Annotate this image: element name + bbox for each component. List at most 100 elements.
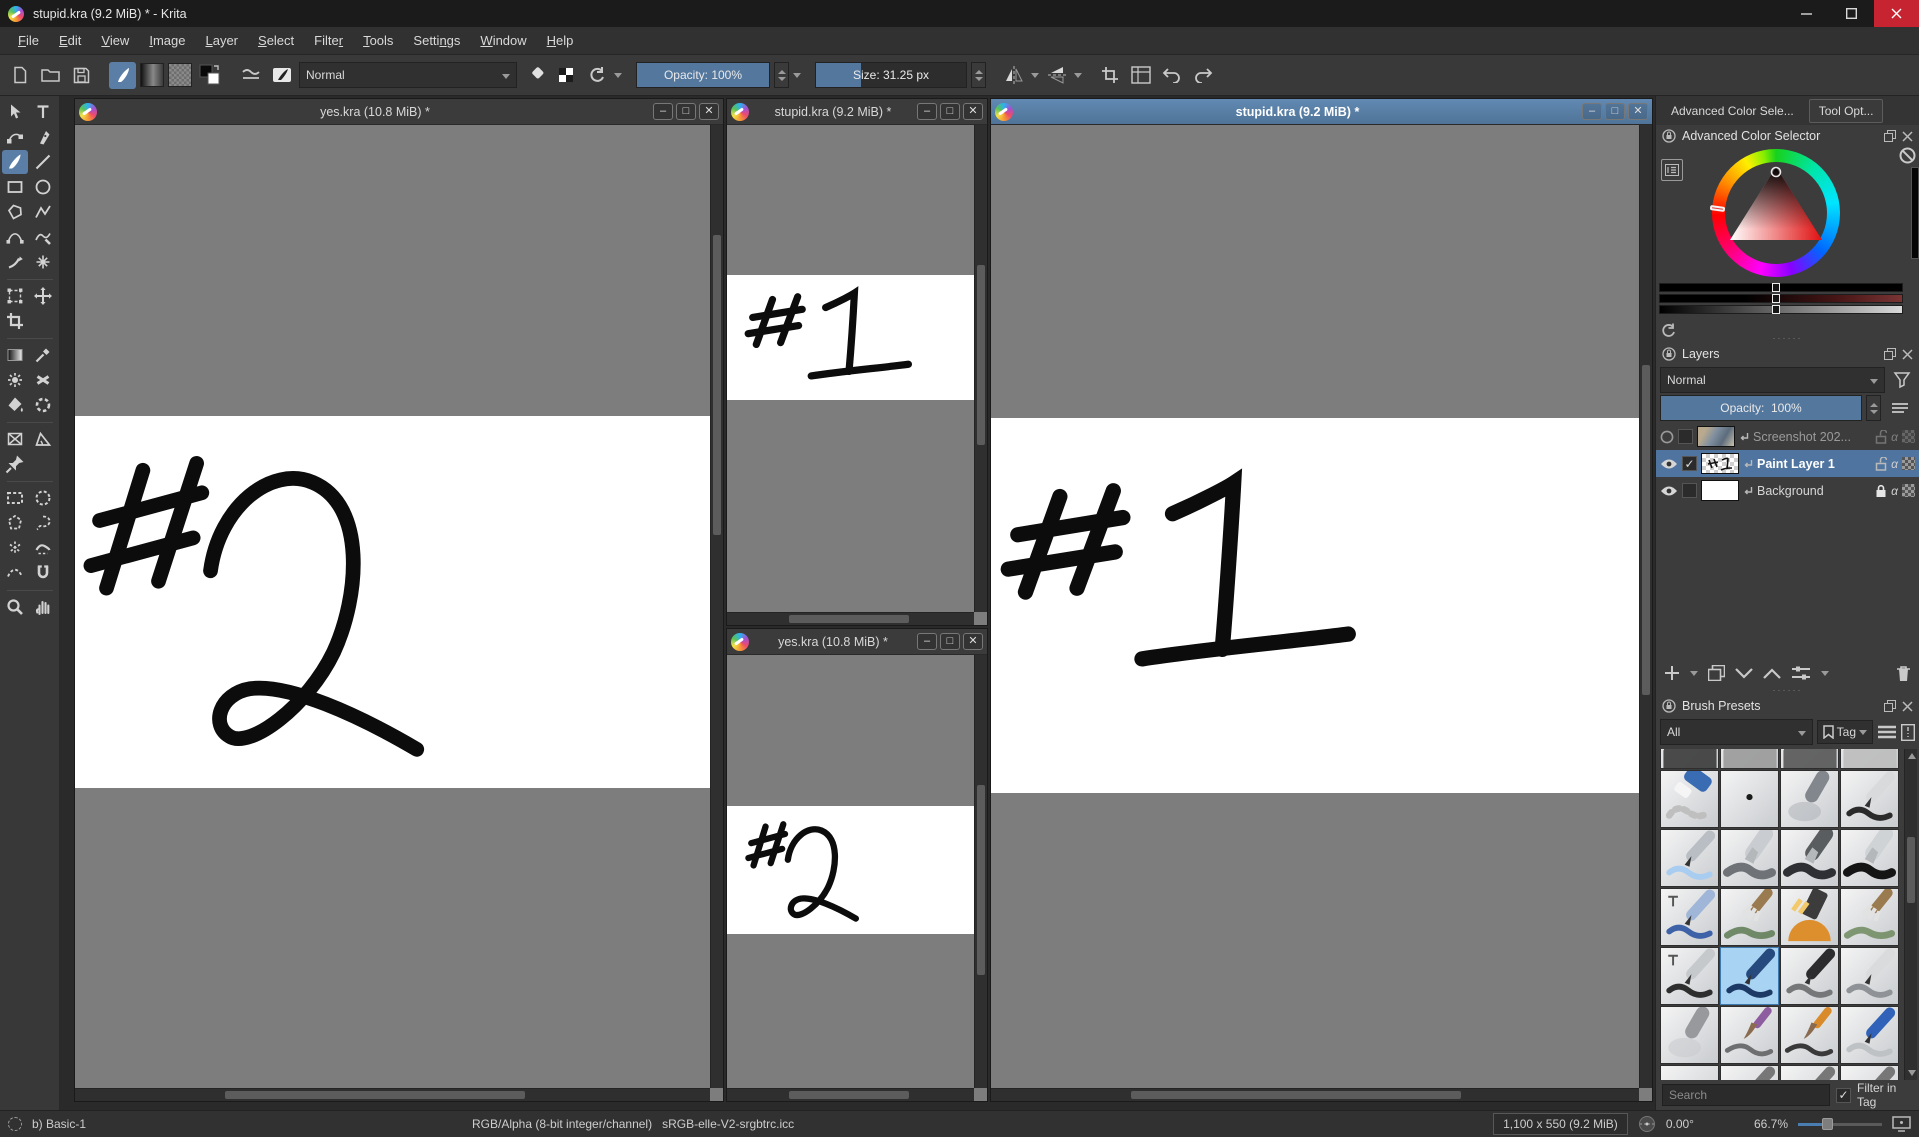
- brush-grid-scrollbar[interactable]: [1904, 749, 1917, 1080]
- layer-checkbox[interactable]: [1678, 429, 1693, 444]
- color-selector-settings-button[interactable]: [1661, 159, 1683, 181]
- docker-lock-icon[interactable]: [1662, 347, 1676, 361]
- layer-checkbox[interactable]: [1682, 483, 1697, 498]
- subwindow-close-button[interactable]: ✕: [1628, 103, 1648, 120]
- current-brush-icon[interactable]: [8, 1117, 22, 1131]
- subwindow-maximize-button[interactable]: □: [1605, 103, 1625, 120]
- mirror-horizontal-options[interactable]: [1031, 72, 1039, 78]
- layer-blend-mode-dropdown[interactable]: Normal: [1660, 367, 1885, 393]
- freehand-selection-tool[interactable]: [30, 511, 56, 535]
- alpha-lock-icon[interactable]: α: [1891, 430, 1898, 444]
- brush-tag-filter-dropdown[interactable]: All: [1660, 719, 1813, 745]
- subwindow-maximize-button[interactable]: □: [940, 103, 960, 120]
- unlocked-icon[interactable]: [1875, 456, 1888, 471]
- menu-settings[interactable]: Settings: [403, 28, 470, 53]
- calligraphy-tool[interactable]: [30, 125, 56, 149]
- layer-name[interactable]: Paint Layer 1: [1757, 457, 1871, 471]
- reference-images-tool[interactable]: [2, 452, 28, 476]
- color-history-strip[interactable]: [1911, 167, 1919, 259]
- subwindow-close-button[interactable]: ✕: [963, 633, 983, 650]
- brush-preset-bristle-dark[interactable]: [1660, 749, 1719, 769]
- float-docker-icon[interactable]: [1884, 348, 1896, 360]
- alpha-channel-icon[interactable]: [1902, 430, 1915, 443]
- vertical-scrollbar[interactable]: [974, 655, 987, 1088]
- add-layer-options[interactable]: [1690, 670, 1698, 676]
- fill-tool[interactable]: [2, 393, 28, 417]
- eraser-mode-button[interactable]: [521, 62, 548, 89]
- similar-color-selection-tool[interactable]: [2, 536, 28, 560]
- visible-eye-icon[interactable]: [1660, 485, 1678, 497]
- choose-brush-preset-button[interactable]: [109, 61, 136, 89]
- brush-preset-airbrush-soft[interactable]: [1780, 770, 1839, 828]
- close-button[interactable]: [1874, 0, 1919, 27]
- brush-preset-pencil-d[interactable]: [1840, 1065, 1899, 1080]
- freehand-path-tool[interactable]: [30, 225, 56, 249]
- brush-preset-chalk-grainy[interactable]: [1780, 749, 1839, 769]
- subwindow-minimize-button[interactable]: –: [1582, 103, 1602, 120]
- subwindow-minimize-button[interactable]: –: [917, 103, 937, 120]
- mirror-horizontal-button[interactable]: [1000, 62, 1027, 89]
- close-docker-icon[interactable]: [1902, 130, 1913, 142]
- elliptical-selection-tool[interactable]: [30, 486, 56, 510]
- open-document-button[interactable]: [37, 62, 64, 89]
- color-wheel[interactable]: [1709, 149, 1840, 277]
- opacity-spinner[interactable]: [774, 62, 789, 88]
- move-layer-up-button[interactable]: [1763, 667, 1781, 679]
- pan-tool[interactable]: [30, 595, 56, 619]
- alpha-channel-icon[interactable]: [1902, 457, 1915, 470]
- alpha-lock-icon[interactable]: α: [1891, 484, 1898, 498]
- select-shapes-tool[interactable]: [2, 100, 28, 124]
- zoom-level-label[interactable]: 66.7%: [1754, 1117, 1788, 1131]
- layer-properties-button[interactable]: [1791, 666, 1811, 680]
- canvas[interactable]: [727, 806, 974, 934]
- menu-help[interactable]: Help: [537, 28, 584, 53]
- blending-mode-dropdown[interactable]: Normal: [299, 62, 517, 88]
- tab-tool-options[interactable]: Tool Opt...: [1808, 98, 1884, 123]
- rotation-angle-label[interactable]: 0.00°: [1666, 1117, 1694, 1131]
- menu-image[interactable]: Image: [139, 28, 195, 53]
- edit-brush-settings-button[interactable]: [237, 62, 264, 89]
- subwindow-minimize-button[interactable]: –: [917, 633, 937, 650]
- layer-filter-button[interactable]: [1889, 367, 1915, 393]
- gradient-chooser-swatch[interactable]: [140, 63, 164, 87]
- reload-preset-button[interactable]: [583, 62, 610, 89]
- menu-tools[interactable]: Tools: [353, 28, 403, 53]
- duplicate-layer-button[interactable]: [1708, 665, 1725, 681]
- contiguous-selection-tool[interactable]: [30, 536, 56, 560]
- close-docker-icon[interactable]: [1902, 348, 1913, 360]
- brush-preset-round-wet-purple[interactable]: [1720, 1006, 1779, 1064]
- bezier-selection-tool[interactable]: [2, 561, 28, 585]
- rectangular-selection-tool[interactable]: [2, 486, 28, 510]
- subwindow-stupid-kra-small[interactable]: stupid.kra (9.2 MiB) * – □ ✕: [726, 98, 988, 626]
- brush-preset-pencil-blue-hb[interactable]: [1840, 1006, 1899, 1064]
- layer-name[interactable]: Screenshot 202...: [1753, 430, 1871, 444]
- measure-tool[interactable]: [30, 427, 56, 451]
- zoom-slider[interactable]: [1798, 1117, 1882, 1131]
- canvas-area[interactable]: [727, 125, 987, 625]
- polygon-tool[interactable]: [2, 200, 28, 224]
- fullscreen-monitor-icon[interactable]: [1892, 1116, 1911, 1132]
- reset-colors-icon[interactable]: [1661, 323, 1676, 338]
- horizontal-scrollbar[interactable]: [727, 1088, 974, 1101]
- current-brush-name[interactable]: b) Basic-1: [32, 1117, 86, 1131]
- brush-preset-airbrush-pressure[interactable]: [1660, 1006, 1719, 1064]
- document-size-label[interactable]: 1,100 x 550 (9.2 MiB): [1493, 1113, 1628, 1135]
- gradient-tool[interactable]: [2, 343, 28, 367]
- filter-in-tag-checkbox[interactable]: ✓: [1836, 1087, 1851, 1103]
- add-layer-button[interactable]: [1664, 665, 1680, 681]
- value-bar[interactable]: [1659, 305, 1903, 314]
- menu-edit[interactable]: Edit: [49, 28, 91, 53]
- bezier-curve-tool[interactable]: [2, 225, 28, 249]
- ellipse-tool[interactable]: [30, 175, 56, 199]
- saturation-bar[interactable]: [1659, 294, 1903, 303]
- canvas[interactable]: [727, 275, 974, 400]
- subwindow-maximize-button[interactable]: □: [676, 103, 696, 120]
- subwindow-title-bar[interactable]: yes.kra (10.8 MiB) * – □ ✕: [75, 99, 723, 125]
- hue-ring-cursor[interactable]: [1709, 204, 1726, 213]
- menu-view[interactable]: View: [91, 28, 139, 53]
- opacity-slider[interactable]: Opacity: 100%: [636, 62, 770, 88]
- transform-tool[interactable]: [2, 284, 28, 308]
- brush-preset-pencil-c[interactable]: [1780, 1065, 1839, 1080]
- layer-thumbnail[interactable]: [1701, 453, 1739, 474]
- vertical-scrollbar[interactable]: [1639, 125, 1652, 1088]
